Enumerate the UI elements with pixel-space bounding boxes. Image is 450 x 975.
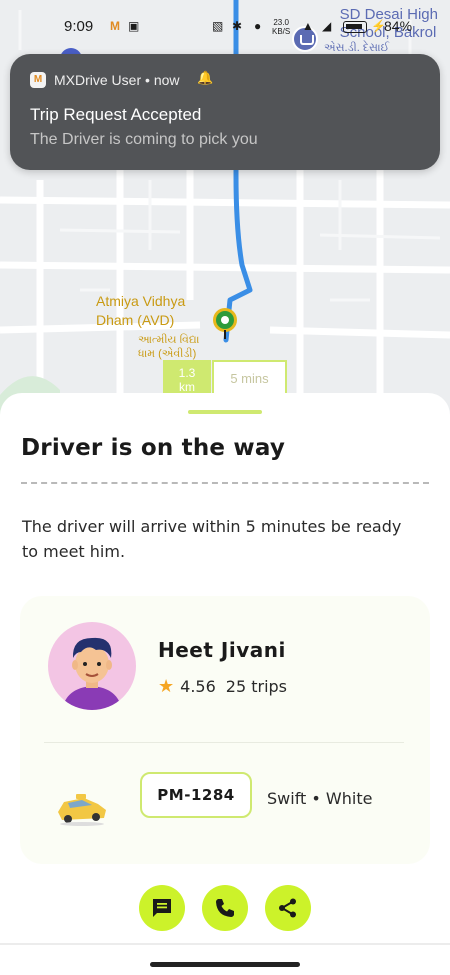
driver-bottom-sheet: Driver is on the way The driver will arr…: [0, 393, 450, 975]
sheet-drag-handle[interactable]: [188, 410, 262, 414]
share-icon: [279, 898, 296, 918]
driver-name: Heet Jivani: [158, 638, 286, 662]
driver-rating-row: ★ 4.56 25 trips: [158, 676, 287, 697]
share-button[interactable]: [265, 885, 311, 931]
trip-notification[interactable]: M MXDrive User • now 🔔 Trip Request Acce…: [10, 54, 440, 170]
notification-title: Trip Request Accepted: [30, 105, 202, 124]
map-poi-label: Atmiya Vidhya Dham (AVD): [96, 293, 186, 328]
vibrate-icon: ▧: [212, 19, 224, 33]
notification-body: The Driver is coming to pick you: [30, 131, 258, 148]
phone-icon: [216, 899, 234, 917]
bluetooth-icon: ✱: [232, 19, 243, 33]
sheet-title: Driver is on the way: [21, 435, 286, 461]
call-button[interactable]: [202, 885, 248, 931]
app-notification-icon: M: [110, 19, 120, 33]
bell-icon: 🔔: [197, 70, 214, 85]
notification-header: MXDrive User • now: [54, 72, 180, 88]
driver-trips: 25 trips: [225, 677, 287, 696]
eta-chip: 5 mins: [212, 360, 287, 396]
driver-rating: 4.56: [180, 677, 216, 696]
chat-icon: [153, 899, 171, 917]
status-time: 9:09: [64, 18, 94, 35]
driver-avatar: [48, 622, 136, 710]
star-icon: ★: [158, 676, 175, 697]
dashed-divider: [21, 482, 429, 484]
nav-bar-divider: [0, 943, 450, 945]
arrival-description: The driver will arrive within 5 minutes …: [22, 517, 402, 561]
map-poi-local-label: આત્મીય વિદ્યા ધામ (એવીડી): [138, 334, 200, 360]
action-buttons: [0, 885, 450, 933]
vehicle-model-color: Swift • White: [267, 789, 373, 808]
home-indicator[interactable]: [150, 962, 300, 967]
taxi-car-icon: [58, 794, 106, 826]
mxdrive-app-icon: M: [30, 72, 46, 88]
chat-button[interactable]: [139, 885, 185, 931]
driver-card: Heet Jivani ★ 4.56 25 trips PM-1284 Swift …: [20, 596, 430, 864]
card-divider: [44, 742, 404, 743]
wifi-icon: ▲: [302, 19, 314, 33]
status-bar: 9:09 M ▣ ▧ ✱ ● 23.0 KB/S ▲ ◢ ⚡ 84%: [0, 0, 450, 50]
destination-pin-icon: [213, 308, 237, 339]
notification-status-icon: ▣: [128, 19, 140, 33]
license-plate: PM-1284: [140, 772, 252, 818]
network-speed: 23.0 KB/S: [272, 18, 291, 36]
battery-percent: 84%: [384, 18, 413, 34]
signal-icon: ◢: [322, 19, 332, 33]
battery-icon: [343, 21, 367, 33]
location-icon: ●: [254, 19, 262, 33]
distance-chip: 1.3 km: [163, 360, 211, 396]
